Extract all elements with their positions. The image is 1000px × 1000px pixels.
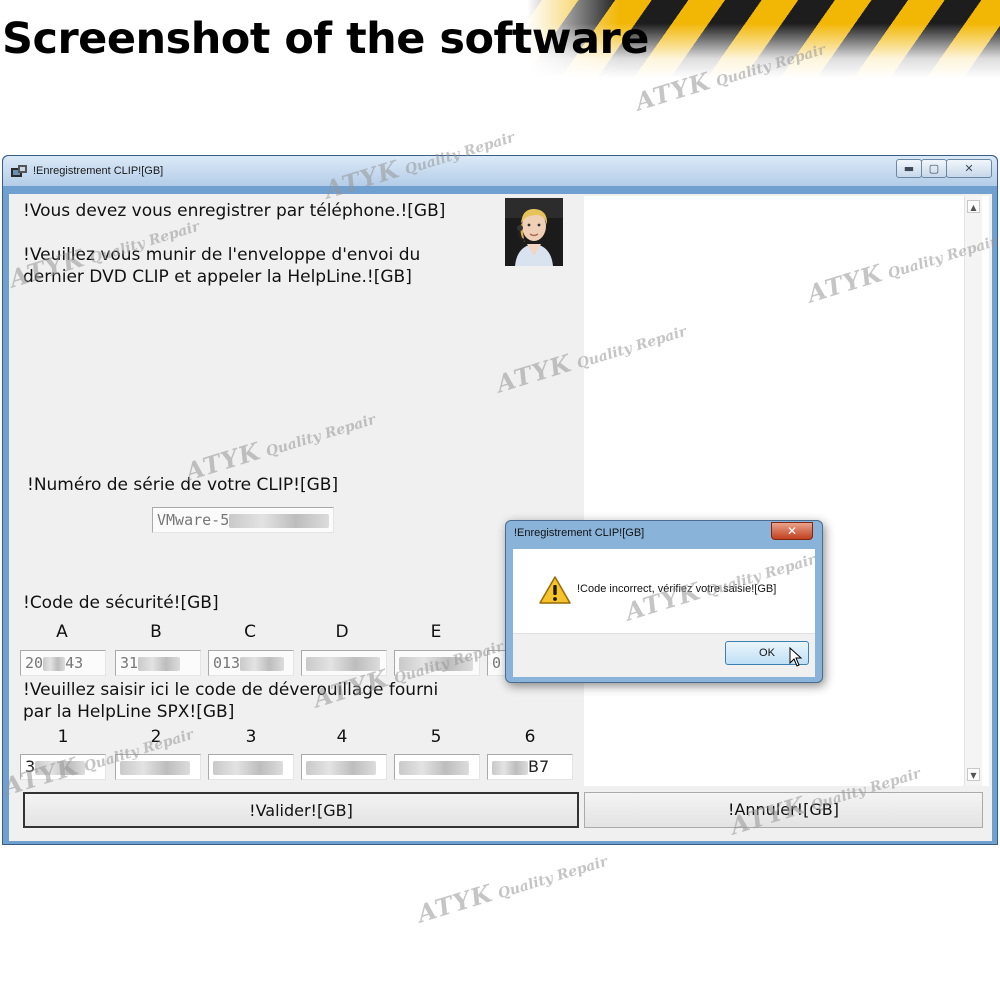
redacted-blur	[306, 760, 376, 775]
validate-button[interactable]: !Valider![GB]	[23, 792, 579, 828]
mouse-cursor-icon	[789, 647, 803, 667]
banner: Screenshot of the software	[0, 0, 1000, 78]
security-field-d[interactable]	[301, 650, 387, 676]
main-titlebar[interactable]: !Enregistrement CLIP![GB] ▬ ▢ ✕	[3, 156, 997, 186]
security-column-a: A	[56, 622, 68, 642]
security-field-e[interactable]	[394, 650, 480, 676]
security-field-a[interactable]: 20 43	[20, 650, 106, 676]
serial-field[interactable]: VMware-5	[152, 507, 334, 533]
redacted-blur	[240, 656, 285, 671]
main-client: !Vous devez vous enregistrer par télépho…	[9, 194, 992, 841]
redacted-blur	[120, 760, 190, 775]
banner-title: Screenshot of the software	[2, 14, 649, 64]
security-field-c[interactable]: 013	[208, 650, 294, 676]
watermark: ATYK Quality Repair	[413, 853, 610, 929]
intro-text: !Vous devez vous enregistrer par télépho…	[23, 201, 446, 221]
info-pane[interactable]	[584, 196, 989, 786]
unlock-field-1[interactable]: 3	[20, 754, 106, 780]
dialog-title: !Enregistrement CLIP![GB]	[514, 527, 645, 539]
security-column-c: C	[244, 622, 256, 642]
security-column-b: B	[150, 622, 162, 642]
redacted-blur	[138, 656, 181, 671]
unlock-column-4: 4	[336, 727, 348, 747]
redacted-blur	[399, 656, 473, 671]
unlock-field-6[interactable]: B7	[487, 754, 573, 780]
unlock-code-label-2: par la HelpLine SPX![GB]	[23, 702, 235, 722]
cancel-button[interactable]: !Annuler![GB]	[584, 792, 983, 828]
security-value-a-suffix: 43	[65, 654, 84, 672]
unlock-column-6: 6	[524, 727, 536, 747]
unlock-value-6-suffix: B7	[528, 757, 550, 776]
unlock-code-label: !Veuillez saisir ici le code de déveroui…	[23, 680, 439, 700]
security-field-b[interactable]: 31	[115, 650, 201, 676]
unlock-field-4[interactable]	[301, 754, 387, 780]
window-title: !Enregistrement CLIP![GB]	[33, 165, 164, 177]
scroll-down-icon[interactable]: ▼	[967, 768, 980, 781]
redacted-blur	[35, 760, 86, 775]
helpline-avatar	[505, 198, 563, 266]
dialog-body: !Code incorrect, vérifiez votre saisie![…	[513, 549, 815, 677]
scrollbar[interactable]: ▲ ▼	[964, 196, 982, 786]
redacted-blur	[229, 513, 330, 528]
security-column-d: D	[335, 622, 349, 642]
unlock-column-1: 1	[57, 727, 69, 747]
warning-icon	[539, 576, 571, 604]
security-value-b: 31	[120, 654, 139, 672]
unlock-field-5[interactable]	[394, 754, 480, 780]
redacted-blur	[43, 656, 66, 671]
unlock-value-1: 3	[25, 757, 36, 776]
page: Screenshot of the software !Enregistreme…	[0, 0, 1000, 1000]
unlock-column-5: 5	[430, 727, 442, 747]
instruction-text: !Veuillez vous munir de l'enveloppe d'en…	[23, 245, 421, 265]
security-column-e: E	[430, 622, 442, 642]
unlock-field-2[interactable]	[115, 754, 201, 780]
instruction-text-2: dernier DVD CLIP et appeler la HelpLine.…	[23, 267, 412, 287]
redacted-blur	[399, 760, 469, 775]
app-icon	[11, 165, 27, 177]
redacted-blur	[213, 760, 283, 775]
maximize-button[interactable]: ▢	[921, 159, 947, 178]
scroll-up-icon[interactable]: ▲	[967, 200, 980, 213]
close-button[interactable]: ✕	[946, 159, 992, 178]
serial-label: !Numéro de série de votre CLIP![GB]	[27, 475, 339, 495]
redacted-blur	[492, 760, 528, 775]
serial-value: VMware-5	[157, 511, 230, 529]
unlock-column-2: 2	[150, 727, 162, 747]
main-window: !Enregistrement CLIP![GB] ▬ ▢ ✕ !Vous de…	[2, 155, 998, 845]
unlock-field-3[interactable]	[208, 754, 294, 780]
security-value-c: 013	[213, 654, 241, 672]
security-value-a: 20	[25, 654, 44, 672]
security-code-label: !Code de sécurité![GB]	[23, 593, 219, 613]
unlock-column-3: 3	[245, 727, 257, 747]
dialog-close-button[interactable]: ✕	[771, 522, 813, 540]
security-value-f: 0	[492, 654, 502, 672]
error-dialog: !Enregistrement CLIP![GB] ✕ !Code incorr…	[505, 520, 823, 683]
redacted-blur	[306, 656, 380, 671]
dialog-message: !Code incorrect, vérifiez votre saisie![…	[577, 583, 777, 595]
minimize-button[interactable]: ▬	[896, 159, 922, 178]
